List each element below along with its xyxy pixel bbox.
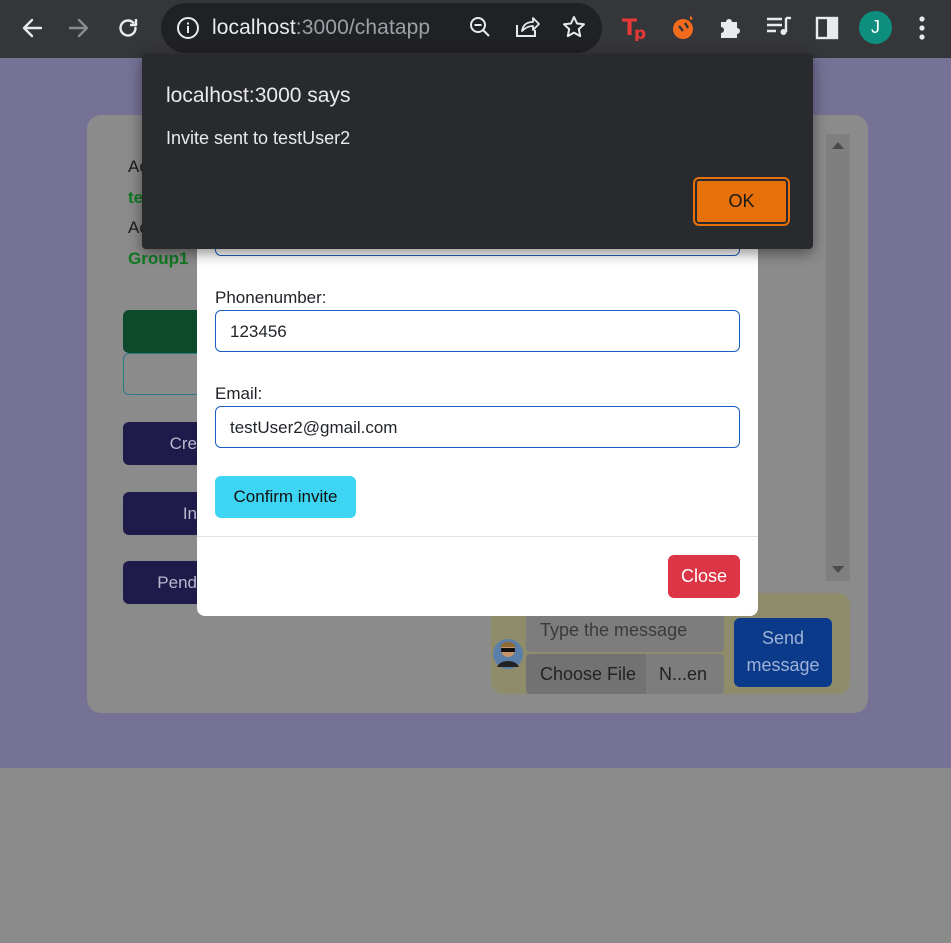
site-info-icon[interactable] xyxy=(176,16,200,45)
ok-button[interactable]: OK xyxy=(693,177,790,226)
close-button[interactable]: Close xyxy=(668,555,740,598)
choose-file-button[interactable]: Choose File xyxy=(526,654,646,694)
extensions-puzzle-icon[interactable] xyxy=(718,12,744,45)
file-name-label: N...en xyxy=(659,664,708,684)
user-avatar xyxy=(491,634,525,670)
alert-title: localhost:3000 says xyxy=(166,84,351,107)
zoom-icon[interactable] xyxy=(468,15,492,44)
bookmark-star-icon[interactable] xyxy=(562,15,586,44)
share-icon[interactable] xyxy=(514,15,540,44)
svg-text:p: p xyxy=(634,24,646,41)
back-arrow-icon[interactable] xyxy=(14,10,50,46)
media-queue-icon[interactable] xyxy=(765,15,793,44)
create-group-button[interactable]: Cre xyxy=(123,422,203,465)
page-below-area xyxy=(0,768,951,943)
url-host: localhost xyxy=(212,16,296,39)
url-path: :3000/chatapp xyxy=(295,16,431,39)
confirm-invite-button[interactable]: Confirm invite xyxy=(215,476,356,518)
messages-scrollbar[interactable] xyxy=(826,134,850,581)
scroll-up-icon[interactable] xyxy=(832,142,844,150)
username-green: te xyxy=(128,188,144,207)
profile-avatar[interactable]: J xyxy=(859,11,892,44)
green-action-button[interactable] xyxy=(123,310,203,353)
menu-dots-icon[interactable] xyxy=(915,14,929,47)
phone-input[interactable]: 123456 xyxy=(215,310,740,352)
group-name-green[interactable]: Group1 xyxy=(128,249,188,269)
email-input[interactable]: testUser2@gmail.com xyxy=(215,406,740,448)
browser-toolbar: localhost:3000/chatapp Tp J xyxy=(0,0,951,58)
forward-arrow-icon[interactable] xyxy=(61,10,97,46)
side-panel-icon[interactable] xyxy=(815,16,839,45)
outline-button[interactable] xyxy=(123,353,203,395)
reload-icon[interactable] xyxy=(110,10,146,46)
address-bar[interactable]: localhost:3000/chatapp xyxy=(161,3,602,53)
modal-footer-divider xyxy=(197,536,758,537)
fire-extension-icon[interactable] xyxy=(670,12,698,47)
pending-button[interactable]: Pend xyxy=(123,561,203,604)
message-input[interactable]: Type the message xyxy=(526,612,724,652)
send-message-button[interactable]: Send message xyxy=(734,618,832,687)
file-input[interactable]: Choose File N...en xyxy=(526,654,724,694)
scroll-down-icon[interactable] xyxy=(832,566,844,574)
phone-label: Phonenumber: xyxy=(215,288,327,307)
email-label: Email: xyxy=(215,384,263,403)
tp-extension-icon[interactable]: Tp xyxy=(622,13,648,46)
invite-button[interactable]: In xyxy=(123,492,203,535)
url-text: localhost:3000/chatapp xyxy=(212,16,430,40)
alert-message: Invite sent to testUser2 xyxy=(166,128,351,148)
